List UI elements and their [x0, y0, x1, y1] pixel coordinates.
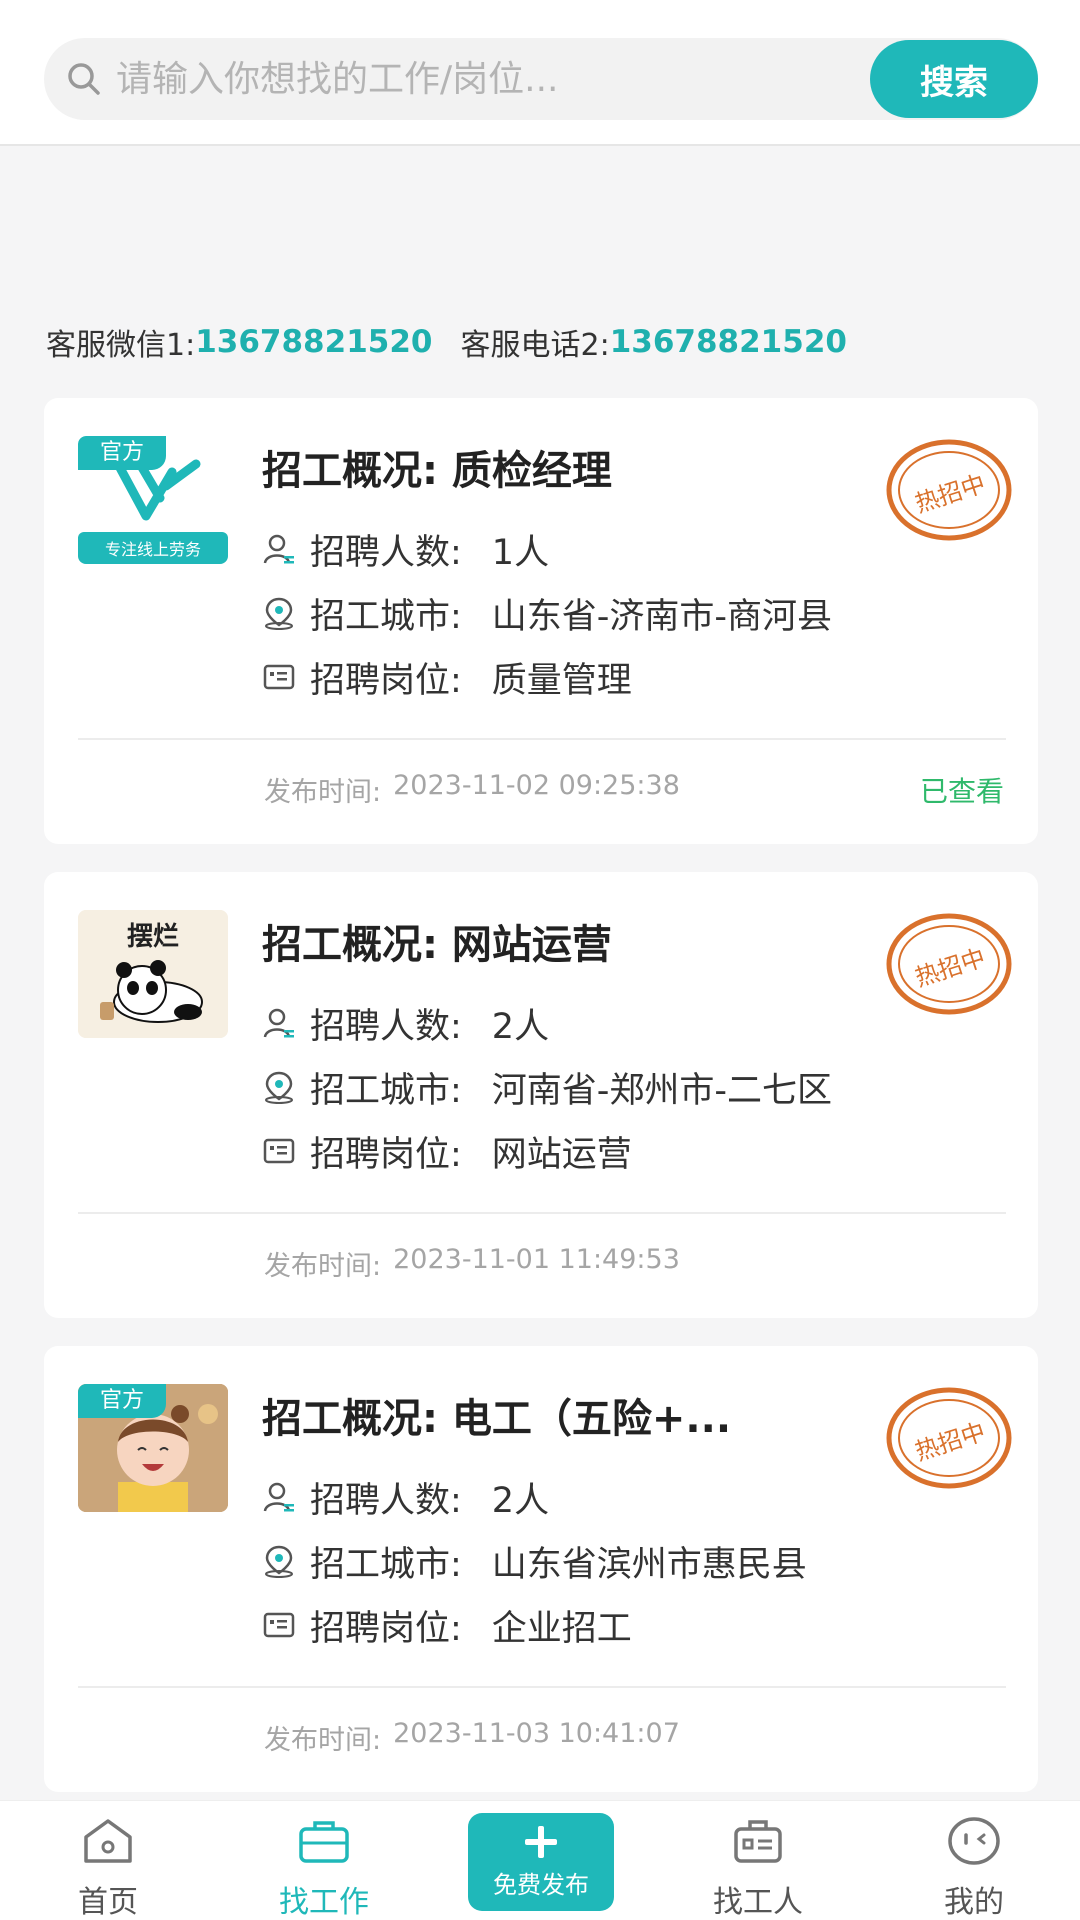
briefcase-icon: [299, 1821, 349, 1863]
headcount-value: 2人: [491, 1006, 550, 1047]
position-row: 招聘岗位: 网站运营: [262, 1128, 632, 1175]
city-row: 招工城市: 河南省-郑州市-二七区: [262, 1064, 833, 1111]
person-icon: [263, 1482, 294, 1512]
person-icon: [263, 534, 294, 564]
nav-mine-label: 我的: [944, 1885, 1004, 1920]
free-publish-button[interactable]: 免费发布: [468, 1813, 614, 1911]
city-value: 山东省滨州市惠民县: [491, 1544, 807, 1585]
official-badge: 官方: [78, 436, 166, 470]
job-title[interactable]: 招工概况: 电工（五险+...: [262, 1386, 731, 1444]
wechat-number[interactable]: 13678821520: [195, 324, 432, 360]
headcount-row: 招聘人数: 2人: [262, 1474, 550, 1521]
city-label: 招工城市:: [310, 596, 462, 637]
nav-home-label: 首页: [78, 1885, 138, 1920]
position-value: 网站运营: [491, 1134, 632, 1175]
headcount-label: 招聘人数:: [310, 1006, 462, 1047]
headcount-row: 招聘人数: 2人: [262, 1000, 550, 1047]
stamp-text: 热招中: [912, 943, 989, 992]
phone-label: 客服电话2:: [460, 328, 610, 363]
position-label: 招聘岗位:: [310, 660, 462, 701]
id-card-icon: [263, 1612, 295, 1638]
job-card[interactable]: 摆烂 招工概况: 网站运营 热招中 招聘人数: 2人 招工城市: 河南省-郑州市…: [44, 872, 1038, 1318]
search-input[interactable]: [116, 38, 896, 120]
search-box[interactable]: 搜索: [44, 38, 1038, 120]
hot-hiring-stamp: 热招中: [886, 913, 1012, 1015]
id-card-icon: [263, 1138, 295, 1164]
hot-hiring-stamp: 热招中: [886, 1387, 1012, 1489]
person-icon: [263, 1008, 294, 1038]
position-label: 招聘岗位:: [310, 1134, 462, 1175]
search-header: 搜索: [0, 0, 1080, 146]
profile-face-icon: [948, 1817, 1000, 1865]
bottom-nav: 首页 找工作 免费发布 找工人 我的: [0, 1800, 1080, 1920]
city-value: 山东省-济南市-商河县: [491, 596, 833, 637]
nav-home[interactable]: 首页: [38, 1801, 178, 1920]
position-row: 招聘岗位: 企业招工: [262, 1602, 632, 1649]
nav-find-job-label: 找工作: [279, 1885, 369, 1920]
company-logo: 摆烂: [78, 910, 228, 1038]
position-value: 质量管理: [491, 660, 632, 701]
publish-time: 发布时间: 2023-11-02 09:25:38: [264, 770, 680, 809]
company-logo: 官方 专注线上劳务: [78, 436, 228, 564]
viewed-status: 已查看: [919, 775, 1004, 808]
search-icon: [68, 63, 100, 95]
location-icon: [265, 1545, 293, 1578]
headcount-row: 招聘人数: 1人: [262, 526, 550, 573]
position-row: 招聘岗位: 质量管理: [262, 654, 632, 701]
position-label: 招聘岗位:: [310, 1608, 462, 1649]
logo-text: 摆烂: [126, 922, 179, 952]
publish-time-value: 2023-11-02 09:25:38: [393, 770, 680, 801]
headcount-label: 招聘人数:: [310, 532, 462, 573]
hot-hiring-stamp: 热招中: [886, 439, 1012, 541]
publish-time: 发布时间: 2023-11-03 10:41:07: [264, 1718, 680, 1757]
location-icon: [265, 597, 293, 630]
stamp-text: 热招中: [912, 1417, 989, 1466]
plus-icon: [525, 1826, 557, 1858]
headcount-value: 2人: [491, 1480, 550, 1521]
logo-slogan: 专注线上劳务: [104, 540, 201, 559]
official-badge: 官方: [78, 1384, 166, 1418]
publish-time-label: 发布时间:: [264, 777, 382, 808]
location-icon: [265, 1071, 293, 1104]
publish-time-value: 2023-11-03 10:41:07: [393, 1718, 680, 1749]
phone-number[interactable]: 13678821520: [610, 324, 847, 360]
position-value: 企业招工: [491, 1608, 632, 1649]
job-title[interactable]: 招工概况: 质检经理: [262, 438, 612, 496]
city-row: 招工城市: 山东省滨州市惠民县: [262, 1538, 807, 1585]
nav-find-worker-label: 找工人: [713, 1885, 803, 1920]
publish-time: 发布时间: 2023-11-01 11:49:53: [264, 1244, 680, 1283]
city-value: 河南省-郑州市-二七区: [491, 1070, 833, 1111]
free-publish-label: 免费发布: [493, 1871, 589, 1899]
id-card-icon: [263, 664, 295, 690]
city-label: 招工城市:: [310, 1070, 462, 1111]
nav-find-worker[interactable]: 找工人: [688, 1801, 828, 1920]
search-button[interactable]: 搜索: [870, 40, 1038, 118]
publish-time-label: 发布时间:: [264, 1251, 382, 1282]
publish-time-label: 发布时间:: [264, 1725, 382, 1756]
nav-mine[interactable]: 我的: [904, 1801, 1044, 1920]
nav-find-job[interactable]: 找工作: [254, 1801, 394, 1920]
divider: [78, 738, 1006, 740]
headcount-value: 1人: [491, 532, 550, 573]
job-title[interactable]: 招工概况: 网站运营: [262, 912, 612, 970]
job-card[interactable]: 官方 招工概况: 电工（五险+... 热招中 招聘人数: 2人 招工城市: 山东…: [44, 1346, 1038, 1792]
city-row: 招工城市: 山东省-济南市-商河县: [262, 590, 833, 637]
divider: [78, 1212, 1006, 1214]
company-logo: 官方: [78, 1384, 228, 1512]
wechat-label: 客服微信1:: [46, 328, 196, 363]
toolbox-icon: [734, 1820, 782, 1863]
divider: [78, 1686, 1006, 1688]
headcount-label: 招聘人数:: [310, 1480, 462, 1521]
job-card[interactable]: 官方 专注线上劳务 招工概况: 质检经理 热招中 招聘人数: 1人 招工城市: …: [44, 398, 1038, 844]
city-label: 招工城市:: [310, 1544, 462, 1585]
stamp-text: 热招中: [912, 469, 989, 518]
home-icon: [84, 1819, 132, 1863]
contact-info: 客服微信1: 13678821520 客服电话2: 13678821520: [46, 318, 847, 366]
publish-time-value: 2023-11-01 11:49:53: [393, 1244, 680, 1275]
